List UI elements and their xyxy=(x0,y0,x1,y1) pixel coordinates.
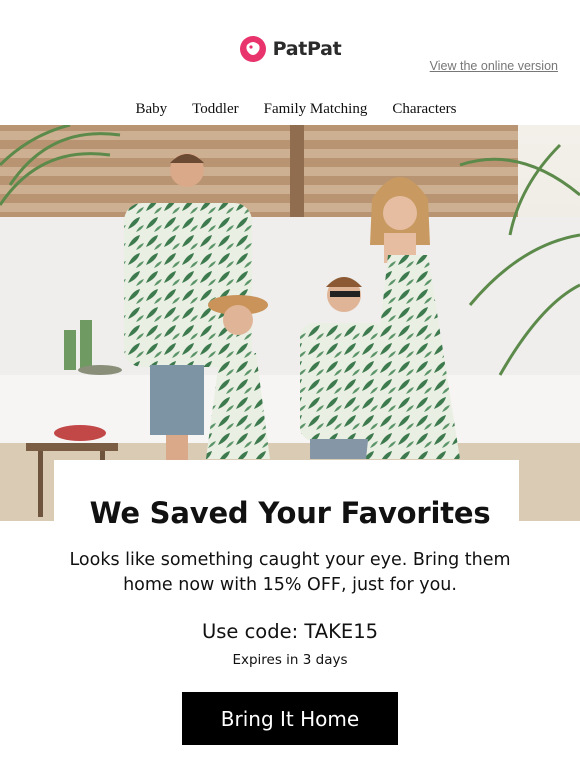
bring-it-home-button[interactable]: Bring It Home xyxy=(182,692,398,745)
nav-item-characters[interactable]: Characters xyxy=(392,101,456,118)
promo-expiry: Expires in 3 days xyxy=(232,652,348,668)
promo-headline: We Saved Your Favorites xyxy=(89,496,491,530)
brand-name: PatPat xyxy=(272,38,342,60)
nav-item-toddler[interactable]: Toddler xyxy=(192,101,238,118)
nav-item-baby[interactable]: Baby xyxy=(136,101,168,118)
view-online-link[interactable]: View the online version xyxy=(430,59,558,73)
promo-body: Looks like something caught your eye. Br… xyxy=(69,550,511,595)
wood-slats xyxy=(0,125,518,217)
category-nav: Baby Toddler Family Matching Characters xyxy=(0,101,580,118)
nav-item-family-matching[interactable]: Family Matching xyxy=(264,101,368,118)
patpat-logo-icon xyxy=(239,36,266,62)
promo-code: Use code: TAKE15 xyxy=(201,620,379,643)
